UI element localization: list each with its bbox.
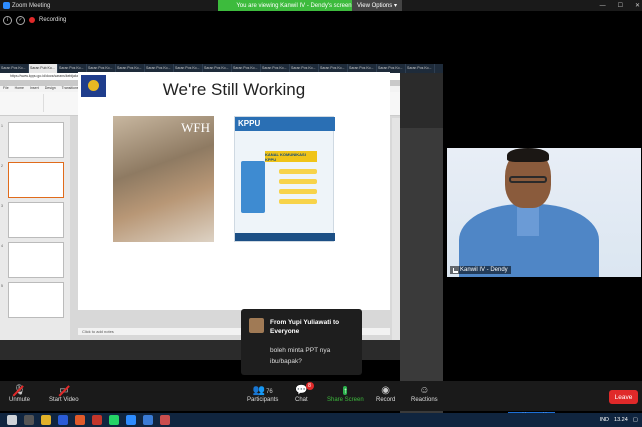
share-arrow-icon: ↑ — [343, 386, 348, 395]
windows-start-icon[interactable] — [7, 415, 17, 425]
thumb-number: 4 — [1, 244, 3, 248]
chat-message: boleh minta PPT nya ibu/bapak? — [270, 347, 331, 365]
leave-button[interactable]: Leave — [609, 390, 638, 404]
recording-dot-icon — [29, 17, 35, 23]
clipboard-group[interactable] — [4, 94, 44, 112]
wfh-photo: WFH — [113, 116, 214, 242]
zoom-icon[interactable] — [126, 415, 136, 425]
microphone-muted-icon: 🎙 — [12, 385, 26, 397]
browser-tab[interactable]: Saran Pos Ko... — [0, 64, 29, 73]
browser-tab[interactable]: Saran Pos Ko... — [406, 64, 435, 73]
participant-name-tag: Kanwil IV - Dendy — [450, 266, 511, 274]
unmute-button[interactable]: 🎙 Unmute — [9, 384, 30, 403]
wfh-label: WFH — [181, 120, 210, 135]
glasses — [509, 176, 547, 183]
thumb-number: 2 — [1, 164, 3, 168]
acrobat-icon[interactable] — [160, 415, 170, 425]
chat-badge: 8 — [305, 382, 314, 390]
reactions-button[interactable]: ☺ Reactions — [411, 384, 438, 403]
clock[interactable]: 13.24 — [614, 417, 628, 423]
video-off-icon: ▭ — [58, 384, 70, 397]
record-button[interactable]: ◉ Record — [376, 384, 395, 403]
slide-scrollbar[interactable] — [392, 118, 400, 340]
chat-button[interactable]: 💬 8 Chat — [295, 382, 314, 403]
share-screen-button[interactable]: ↑ Share Screen — [327, 384, 364, 403]
browser-tab[interactable]: Saran Pub Ko... — [29, 64, 58, 73]
meeting-indicators: i ✓ Recording — [0, 14, 66, 26]
shield-icon[interactable]: ✓ — [16, 15, 25, 25]
chat-sender: From Yupi Yuliawati to Everyone — [270, 319, 340, 335]
meeting-toolbar: 🎙 Unmute ▭ Start Video 👥76 Participants … — [0, 381, 642, 411]
thumb-number: 3 — [1, 204, 3, 208]
share-screen-label: Share Screen — [327, 397, 364, 403]
powerpoint-icon[interactable] — [92, 415, 102, 425]
word-icon[interactable] — [58, 415, 68, 425]
view-options-label: View Options — [357, 2, 393, 9]
view-options-button[interactable]: View Options ▾ — [352, 0, 402, 11]
infographic-item — [279, 199, 317, 204]
reactions-label: Reactions — [411, 397, 438, 403]
participants-icon: 👥76 — [252, 385, 273, 396]
participants-button[interactable]: 👥76 Participants — [247, 384, 278, 403]
language-indicator[interactable]: IND — [600, 417, 609, 423]
reactions-icon: ☺ — [419, 385, 430, 396]
infographic-item — [279, 169, 317, 174]
record-label: Record — [376, 397, 396, 403]
close-button[interactable]: ✕ — [635, 2, 640, 9]
record-icon: ◉ — [381, 385, 391, 396]
start-video-button[interactable]: ▭ Start Video — [49, 384, 79, 403]
minimize-button[interactable]: — — [600, 3, 606, 9]
participant-name: Kanwil IV - Dendy — [460, 267, 508, 273]
search-icon[interactable] — [24, 415, 34, 425]
notification-icon[interactable]: ▢ — [633, 417, 638, 423]
viewing-banner: You are viewing Kanwil IV - Dendy's scre… — [218, 0, 370, 11]
slide-thumbnail[interactable] — [8, 282, 64, 318]
app-title: Zoom Meeting — [3, 2, 50, 9]
chat-notification[interactable]: From Yupi Yuliawati to Everyone boleh mi… — [241, 309, 362, 375]
participant-video[interactable]: Kanwil IV - Dendy — [447, 148, 641, 277]
thumb-number: 1 — [1, 124, 3, 128]
slide-thumbnail[interactable] — [8, 162, 64, 198]
phone-icon — [241, 161, 265, 213]
shirt-collar — [517, 206, 539, 236]
maximize-button[interactable]: ☐ — [618, 2, 623, 9]
slide-title: We're Still Working — [162, 80, 306, 99]
start-video-label: Start Video — [49, 397, 79, 403]
whatsapp-icon[interactable] — [109, 415, 119, 425]
firefox-icon[interactable] — [75, 415, 85, 425]
info-icon[interactable]: i — [3, 15, 12, 25]
app-title-text: Zoom Meeting — [12, 2, 51, 9]
slide-thumbnail[interactable] — [8, 122, 64, 158]
kppu-logo: KPPU — [235, 117, 335, 131]
zoom-logo-icon — [3, 2, 10, 9]
edge-icon[interactable] — [143, 415, 153, 425]
file-explorer-icon[interactable] — [41, 415, 51, 425]
current-slide: We're Still Working WFH KPPU KANAL KOMUN… — [78, 72, 390, 310]
chat-label: Chat — [295, 397, 308, 403]
kanal-komunikasi-label: KANAL KOMUNIKASI KPPU — [265, 151, 317, 162]
unmute-label: Unmute — [9, 397, 31, 403]
thumb-number: 5 — [1, 284, 3, 288]
recording-label: Recording — [39, 17, 67, 23]
windows-taskbar: IND 13.24 ▢ — [0, 413, 642, 427]
person-hair — [507, 148, 549, 162]
chat-icon: 💬 8 — [295, 382, 314, 397]
window-controls: — ☐ ✕ — [600, 0, 640, 11]
participants-label: Participants — [247, 397, 279, 403]
infographic-item — [279, 189, 317, 194]
slide-thumbnails: 1 2 3 4 5 — [0, 116, 70, 340]
infographic-item — [279, 179, 317, 184]
slide-thumbnail[interactable] — [8, 242, 64, 278]
pdf-viewer-panel — [400, 128, 443, 424]
system-tray: IND 13.24 ▢ — [600, 413, 638, 427]
participants-count: 76 — [266, 389, 273, 395]
signal-icon — [453, 267, 458, 273]
kppu-infographic: KPPU KANAL KOMUNIKASI KPPU — [234, 116, 335, 242]
sender-avatar — [249, 318, 264, 333]
slide-thumbnail[interactable] — [8, 202, 64, 238]
infographic-footer — [235, 233, 335, 241]
